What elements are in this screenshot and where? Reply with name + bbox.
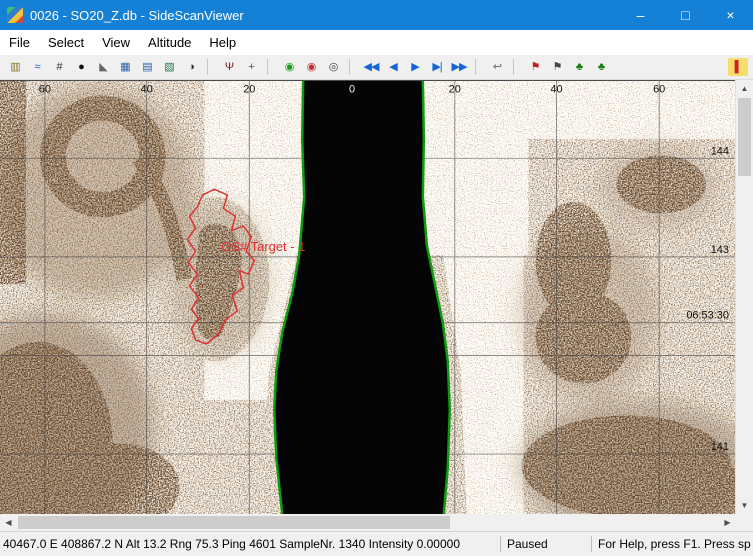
zoom-icon[interactable]: ◎ [323,58,343,76]
target-red-icon[interactable]: ◉ [301,58,321,76]
toolbar-separator [349,59,356,75]
window-title: 0026 - SO20_Z.db - SideScanViewer [30,8,618,23]
tree-icon[interactable]: ♣ [569,58,589,76]
titlebar: 0026 - SO20_Z.db - SideScanViewer – □ × [0,0,753,30]
minimize-button[interactable]: – [618,0,663,30]
ping-label: 141 [711,441,729,453]
statusbar: 40467.0 E 408867.2 N Alt 13.2 Rng 75.3 P… [0,531,753,556]
toolbar-separator [475,59,482,75]
sensor-icon[interactable]: Ψ [219,58,239,76]
menubar: File Select View Altitude Help [0,30,753,55]
eclipse-icon[interactable]: ● [71,58,91,76]
signal-trace-icon[interactable]: ≈ [27,58,47,76]
scroll-down-button[interactable]: ▼ [736,497,753,514]
toolbar-separator [267,59,274,75]
vertical-scroll-track[interactable] [736,97,753,497]
horizontal-scroll-thumb[interactable] [18,516,450,529]
step-back-icon[interactable]: ◀ [383,58,403,76]
scroll-left-button[interactable]: ◀ [0,514,17,531]
ping-label: 143 [711,244,729,256]
skip-start-icon[interactable]: ◀◀ [361,58,381,76]
vertical-scroll-thumb[interactable] [738,98,751,176]
menu-item-file[interactable]: File [0,32,39,53]
flag-dark-icon[interactable]: ⚑ [547,58,567,76]
undo-icon[interactable]: ↩ [487,58,507,76]
menu-item-help[interactable]: Help [200,32,245,53]
main-area: 60 40 20 0 20 40 60 144 143 06:53:30 141… [0,80,753,514]
sonar-view[interactable]: 60 40 20 0 20 40 60 144 143 06:53:30 141… [0,80,735,514]
ruler-label: 20 [449,84,461,96]
ruler-label: 60 [39,84,51,96]
range-bar-icon[interactable]: ▌ [728,58,748,76]
menu-item-view[interactable]: View [93,32,139,53]
scroll-up-button[interactable]: ▲ [736,80,753,97]
scrollbar-corner [736,514,753,531]
toolbar: ▥≈#●◣▦▤▧◑Ψ+◉◉◎◀◀◀▶▶|▶▶↩⚑⚑♣♣▌ [0,55,753,80]
contrast-icon[interactable]: ◑ [181,58,201,76]
target-green-icon[interactable]: ◉ [279,58,299,76]
horizontal-scrollbar[interactable]: ◀ ▶ [0,514,736,531]
target-annotation-label[interactable]: OS# Target - 1 [221,239,305,254]
horizontal-scroll-row: ◀ ▶ [0,514,753,531]
maximize-button[interactable]: □ [663,0,708,30]
status-position: 40467.0 E 408867.2 N Alt 13.2 Rng 75.3 P… [0,537,500,551]
ruler-label: 60 [653,84,665,96]
compass-icon[interactable]: + [241,58,261,76]
ruler-label: 20 [243,84,255,96]
app-icon [7,7,23,23]
database-view-icon[interactable]: ▥ [5,58,25,76]
time-label: 06:53:30 [686,310,729,322]
ruler-label: 40 [550,84,562,96]
flag-red-icon[interactable]: ⚑ [525,58,545,76]
scroll-right-button[interactable]: ▶ [719,514,736,531]
status-help: For Help, press F1. Press sp [592,537,753,551]
toolbar-separator [207,59,214,75]
horizontal-scroll-track[interactable] [17,514,719,531]
menu-item-altitude[interactable]: Altitude [139,32,200,53]
ping-label: 144 [711,146,729,158]
menu-item-select[interactable]: Select [39,32,93,53]
columns-icon[interactable]: ▤ [137,58,157,76]
ruler-label: 0 [349,84,355,96]
status-state: Paused [501,537,591,551]
vertical-scrollbar[interactable]: ▲ ▼ [735,80,753,514]
palette-table-icon[interactable]: ▦ [115,58,135,76]
play-icon[interactable]: ▶ [405,58,425,76]
sonar-waterfall: 60 40 20 0 20 40 60 144 143 06:53:30 141… [0,81,735,514]
toolbar-separator [513,59,520,75]
grid-hash-icon[interactable]: # [49,58,69,76]
skip-end-icon[interactable]: ▶▶ [449,58,469,76]
tree2-icon[interactable]: ♣ [591,58,611,76]
step-forward-icon[interactable]: ▶| [427,58,447,76]
layers-icon[interactable]: ▧ [159,58,179,76]
close-button[interactable]: × [708,0,753,30]
slope-icon[interactable]: ◣ [93,58,113,76]
ruler-label: 40 [140,84,152,96]
